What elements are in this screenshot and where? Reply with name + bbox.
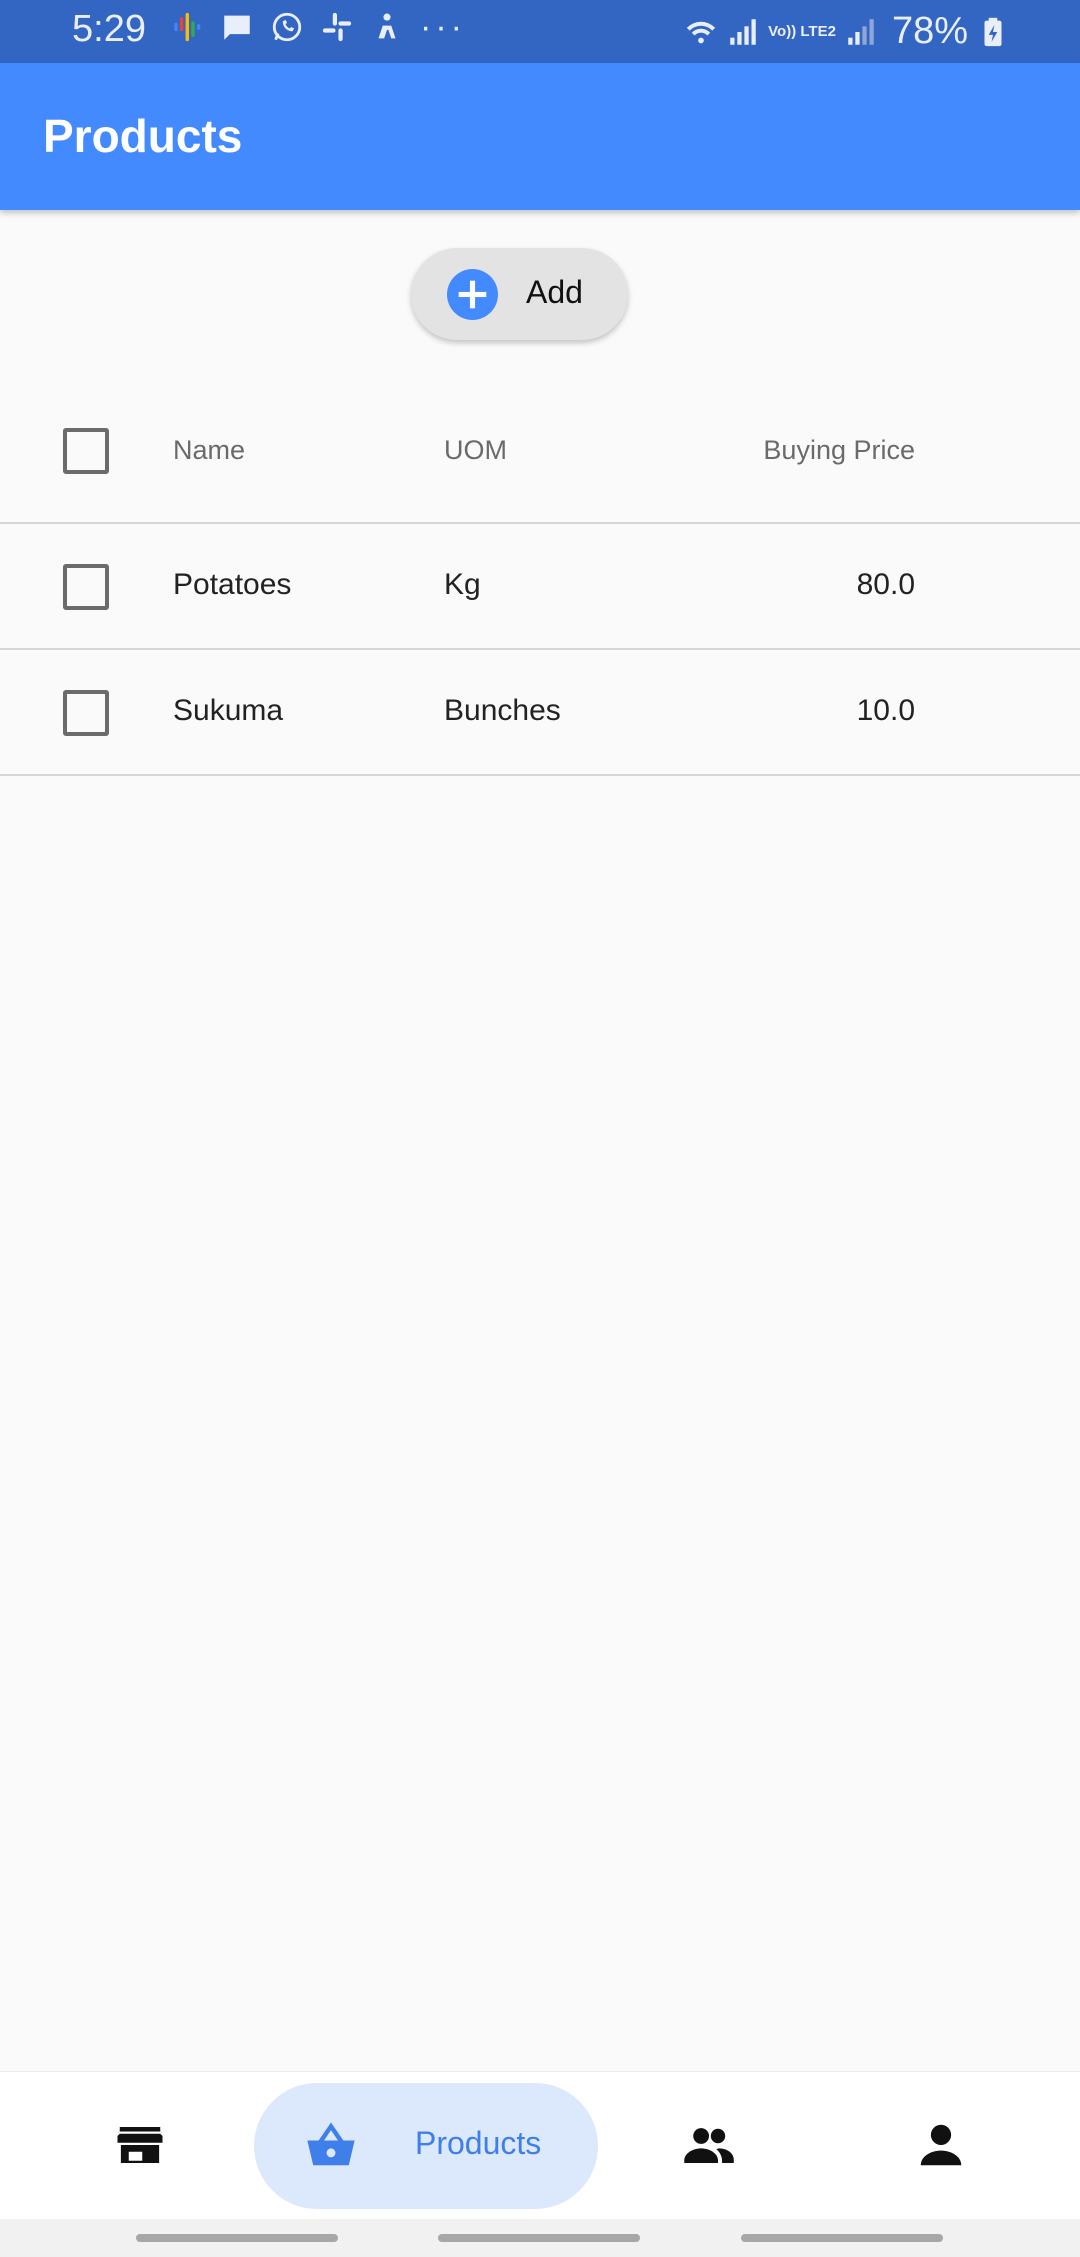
table-row[interactable]: Potatoes Kg 80.0 bbox=[0, 524, 1080, 650]
recents-gesture-pill[interactable] bbox=[136, 2234, 338, 2242]
status-time: 5:29 bbox=[72, 8, 146, 50]
person-icon bbox=[920, 2124, 962, 2166]
status-bar: 5:29 ··· Vo)) LTE2 78% bbox=[0, 0, 1080, 63]
column-header-buying-price[interactable]: Buying Price bbox=[763, 435, 915, 466]
message-icon bbox=[224, 15, 250, 40]
fitness-icon bbox=[378, 13, 396, 39]
signal-icon bbox=[730, 18, 756, 45]
bottom-navigation: Products bbox=[0, 2071, 1080, 2219]
back-gesture-pill[interactable] bbox=[741, 2234, 943, 2242]
battery-percentage: 78% bbox=[891, 10, 968, 52]
home-gesture-pill[interactable] bbox=[438, 2234, 640, 2242]
battery-charging-icon bbox=[984, 17, 1002, 46]
row-checkbox[interactable] bbox=[63, 690, 109, 736]
nav-item-account[interactable] bbox=[890, 2072, 990, 2220]
column-header-uom[interactable]: UOM bbox=[444, 435, 507, 466]
nav-item-products[interactable]: Products bbox=[254, 2083, 598, 2209]
add-product-button[interactable]: Add bbox=[411, 248, 628, 340]
product-buying-price: 80.0 bbox=[856, 568, 915, 601]
product-name: Potatoes bbox=[173, 568, 292, 601]
product-name: Sukuma bbox=[173, 694, 284, 727]
notification-icons: ··· bbox=[170, 10, 466, 44]
add-button-label: Add bbox=[526, 274, 583, 310]
product-uom: Bunches bbox=[444, 694, 561, 727]
slack-icon bbox=[322, 12, 352, 42]
people-icon bbox=[684, 2128, 734, 2163]
table-header: Name UOM Buying Price bbox=[0, 390, 1080, 524]
table-row[interactable]: Sukuma Bunches 10.0 bbox=[0, 650, 1080, 776]
store-icon bbox=[117, 2127, 163, 2163]
product-uom: Kg bbox=[444, 568, 481, 601]
system-icons: Vo)) LTE2 78% bbox=[684, 10, 1010, 53]
signal-icon bbox=[848, 18, 874, 45]
column-header-name[interactable]: Name bbox=[173, 435, 245, 466]
products-table: Name UOM Buying Price Potatoes Kg 80.0 S… bbox=[0, 390, 1080, 776]
basket-icon bbox=[307, 2122, 355, 2166]
wifi-icon bbox=[686, 21, 716, 43]
whatsapp-icon bbox=[272, 12, 302, 42]
network-type-label: Vo)) LTE2 bbox=[768, 23, 836, 40]
nav-item-products-label: Products bbox=[415, 2125, 542, 2161]
product-buying-price: 10.0 bbox=[856, 694, 915, 727]
nav-item-people[interactable] bbox=[662, 2072, 762, 2220]
more-dots-icon: ··· bbox=[420, 8, 466, 46]
row-checkbox[interactable] bbox=[63, 564, 109, 610]
page-title: Products bbox=[43, 110, 243, 162]
select-all-checkbox[interactable] bbox=[63, 428, 109, 474]
add-circle-icon bbox=[447, 269, 498, 320]
nav-item-store[interactable] bbox=[90, 2072, 190, 2220]
podcast-icon bbox=[174, 12, 201, 42]
system-navigation-bar bbox=[0, 2219, 1080, 2257]
app-bar: Products bbox=[0, 63, 1080, 210]
